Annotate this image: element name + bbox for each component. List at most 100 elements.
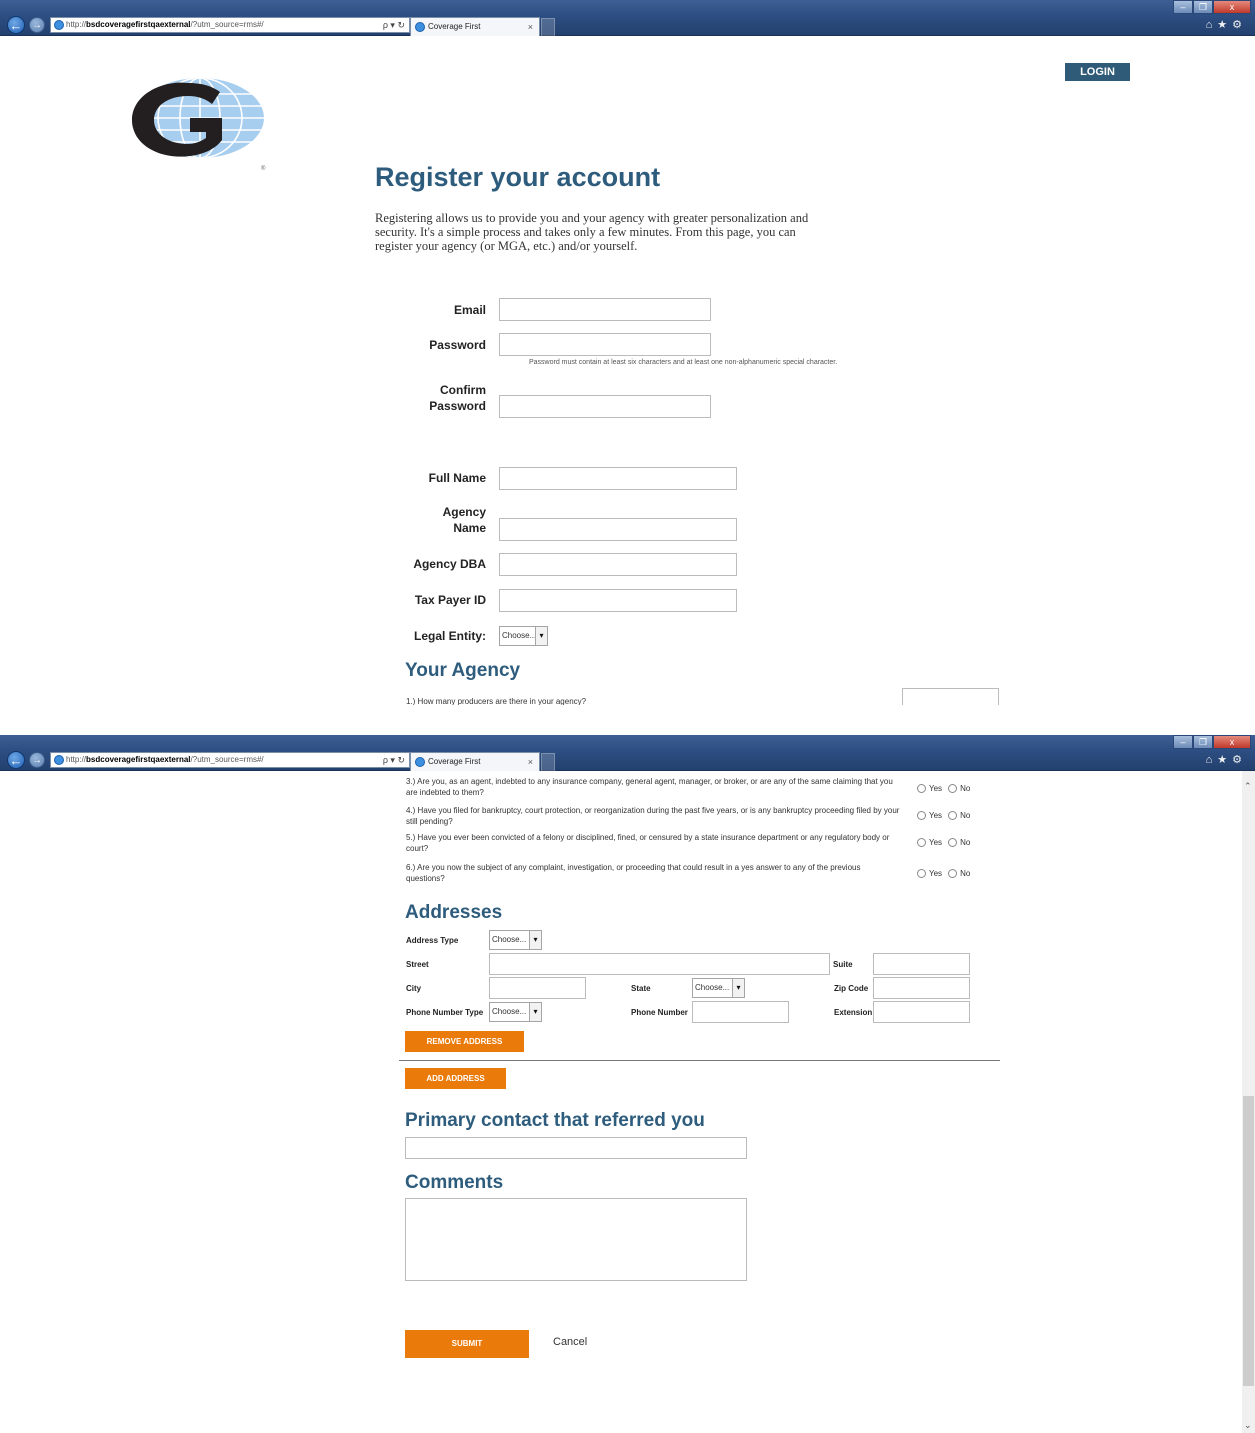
home-star-gear-icons[interactable]: ⌂★⚙ — [1206, 18, 1247, 31]
forward-icon[interactable]: → — [29, 752, 45, 768]
scroll-down-icon[interactable]: ⌄ — [1244, 1420, 1252, 1431]
tab-title: Coverage First — [428, 22, 481, 31]
minimize-button[interactable]: – — [1173, 735, 1193, 749]
radio-no[interactable] — [948, 869, 958, 878]
close-window-button[interactable]: x — [1213, 735, 1251, 749]
login-button[interactable]: LOGIN — [1065, 63, 1130, 81]
radio-yes[interactable] — [917, 838, 926, 847]
scroll-up-icon[interactable]: ⌃ — [1244, 781, 1252, 792]
radio-yes[interactable] — [917, 811, 926, 820]
tab-title: Coverage First — [428, 757, 481, 766]
cancel-link[interactable]: Cancel — [553, 1336, 587, 1348]
new-tab-button[interactable] — [541, 18, 555, 36]
scrollbar-thumb[interactable] — [1243, 1096, 1254, 1386]
url-host: bsdcoveragefirstqaexternal — [86, 20, 191, 29]
state-select[interactable]: Choose... ▾ — [692, 978, 745, 998]
password-label: Password — [429, 338, 486, 352]
page-view-top: ® LOGIN Register your account Registerin… — [0, 37, 1255, 705]
comments-textarea[interactable] — [405, 1198, 747, 1281]
browser-tab[interactable]: Coverage First × — [410, 17, 540, 36]
phone-number-field[interactable] — [692, 1001, 789, 1023]
tax-payer-field[interactable] — [499, 589, 737, 612]
phone-number-label: Phone Number — [631, 1008, 688, 1017]
window-controls: – ❐ x — [1173, 735, 1251, 749]
question-3-no[interactable]: No — [948, 784, 970, 793]
agency-name-field[interactable] — [499, 518, 737, 541]
phone-type-label: Phone Number Type — [406, 1008, 484, 1017]
radio-yes[interactable] — [917, 869, 926, 878]
company-logo: ® — [132, 78, 266, 172]
window-controls: – ❐ x — [1173, 0, 1251, 14]
question-5-yes[interactable]: Yes — [917, 838, 942, 847]
url-prefix: http:// — [66, 755, 87, 764]
new-tab-button[interactable] — [541, 753, 555, 771]
browser-tab[interactable]: Coverage First × — [410, 752, 540, 771]
question-1: 1.) How many producers are there in your… — [406, 697, 587, 705]
address-tools[interactable]: ρ ▾ ↻ — [367, 753, 409, 767]
zip-field[interactable] — [873, 977, 970, 999]
suite-field[interactable] — [873, 953, 970, 975]
question-5: 5.) Have you ever been convicted of a fe… — [406, 833, 890, 853]
back-icon[interactable]: ← — [7, 16, 25, 34]
maximize-button[interactable]: ❐ — [1193, 735, 1213, 749]
city-field[interactable] — [489, 977, 586, 999]
question-5-no[interactable]: No — [948, 838, 970, 847]
confirm-password-field[interactable] — [499, 395, 711, 418]
agency-name-label: Agency Name — [400, 504, 486, 536]
password-field[interactable] — [499, 333, 711, 356]
maximize-button[interactable]: ❐ — [1193, 0, 1213, 14]
email-field[interactable] — [499, 298, 711, 321]
tab-close-icon[interactable]: × — [528, 753, 533, 771]
back-icon[interactable]: ← — [7, 751, 25, 769]
street-label: Street — [406, 960, 429, 969]
city-label: City — [406, 984, 422, 993]
remove-address-button[interactable]: REMOVE ADDRESS — [405, 1031, 524, 1052]
addresses-heading: Addresses — [405, 902, 503, 923]
forward-icon[interactable]: → — [29, 17, 45, 33]
radio-no[interactable] — [948, 811, 958, 820]
address-divider — [399, 1060, 1000, 1061]
producers-count-field[interactable] — [902, 688, 999, 705]
question-5-radios: Yes No — [917, 838, 976, 847]
url-host: bsdcoveragefirstqaexternal — [86, 755, 191, 764]
legal-entity-select[interactable]: Choose... ▾ — [499, 626, 548, 646]
question-6-yes[interactable]: Yes — [917, 869, 942, 878]
tab-close-icon[interactable]: × — [528, 18, 533, 36]
vertical-scrollbar[interactable]: ⌃ ⌄ — [1242, 771, 1255, 1433]
question-4-yes[interactable]: Yes — [917, 811, 942, 820]
question-6-no[interactable]: No — [948, 869, 970, 878]
question-3-yes[interactable]: Yes — [917, 784, 942, 793]
address-type-value: Choose... — [492, 935, 527, 944]
confirm-password-label: Confirm Password — [400, 382, 486, 414]
chevron-down-icon: ▾ — [535, 627, 547, 645]
referral-heading: Primary contact that referred you — [405, 1110, 705, 1131]
comments-heading: Comments — [405, 1172, 504, 1193]
radio-no[interactable] — [948, 838, 958, 847]
add-address-button[interactable]: ADD ADDRESS — [405, 1068, 506, 1089]
address-tools[interactable]: ρ ▾ ↻ — [367, 18, 409, 32]
minimize-button[interactable]: – — [1173, 0, 1193, 14]
submit-button[interactable]: SUBMIT — [405, 1330, 529, 1358]
phone-type-select[interactable]: Choose... ▾ — [489, 1002, 542, 1022]
address-type-select[interactable]: Choose... ▾ — [489, 930, 542, 950]
extension-field[interactable] — [873, 1001, 970, 1023]
address-bar[interactable]: http://bsdcoveragefirstqaexternal/?utm_s… — [50, 17, 410, 33]
full-name-field[interactable] — [499, 467, 737, 490]
zip-label: Zip Code — [834, 984, 869, 993]
question-4-no[interactable]: No — [948, 811, 970, 820]
ie-icon — [54, 755, 64, 765]
referral-field[interactable] — [405, 1137, 747, 1159]
extension-label: Extension — [834, 1008, 873, 1017]
radio-no-label: No — [960, 784, 971, 793]
address-bar[interactable]: http://bsdcoveragefirstqaexternal/?utm_s… — [50, 752, 410, 768]
ie-icon — [415, 757, 425, 767]
street-field[interactable] — [489, 953, 830, 975]
close-window-button[interactable]: x — [1213, 0, 1251, 14]
radio-yes[interactable] — [917, 784, 926, 793]
question-4-radios: Yes No — [917, 811, 976, 820]
radio-no[interactable] — [948, 784, 958, 793]
phone-type-value: Choose... — [492, 1007, 527, 1016]
question-6-radios: Yes No — [917, 869, 976, 878]
agency-dba-field[interactable] — [499, 553, 737, 576]
home-star-gear-icons[interactable]: ⌂★⚙ — [1206, 753, 1247, 766]
